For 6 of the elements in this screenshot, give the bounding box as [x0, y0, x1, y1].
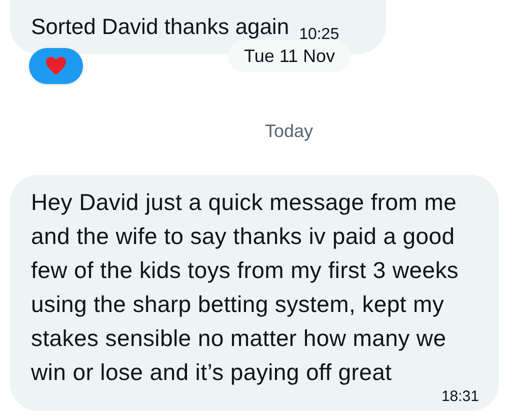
message-time: 18:31: [441, 389, 479, 405]
message-text: Hey David just a quick message from me and the wife to say thanks iv paid a good few of the kids toys from my first 3 weeks using the sharp betting system, kept my stakes sensible no matter how many we win or lose and it’s paying off great: [31, 188, 460, 387]
day-separator: Today: [264, 120, 314, 143]
heart-icon: [45, 56, 67, 76]
message-text: Sorted David thanks again: [31, 14, 290, 40]
date-pill: Tue 11 Nov: [228, 40, 352, 72]
